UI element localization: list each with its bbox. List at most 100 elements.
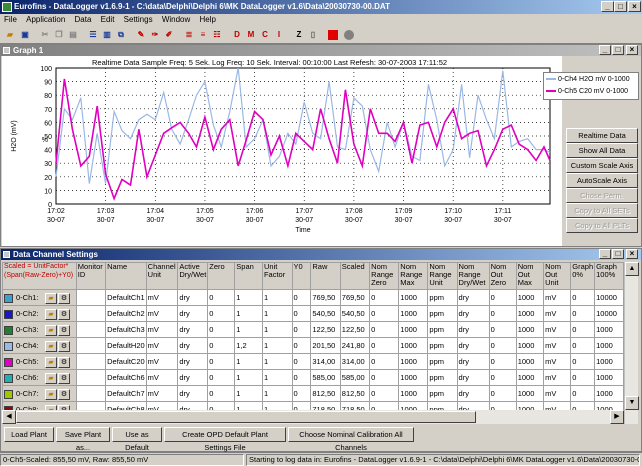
cell-nrd[interactable]: dry: [456, 385, 490, 402]
cell-nou[interactable]: mV: [543, 369, 572, 386]
cell-y0[interactable]: 0: [291, 337, 312, 354]
cell-scaled[interactable]: 812,50: [339, 385, 371, 402]
channel-settings-icon[interactable]: ⚙: [58, 356, 70, 368]
cell-y0[interactable]: 0: [291, 289, 312, 306]
cell-nru[interactable]: ppm: [427, 337, 458, 354]
channel-edit-icon[interactable]: ☷: [210, 28, 224, 42]
cell-nrz[interactable]: 0: [369, 353, 400, 370]
cell-g0[interactable]: 0: [570, 337, 596, 354]
channel-settings-icon[interactable]: ⚙: [58, 388, 70, 400]
choose-nominal-calibration-button[interactable]: Choose Nominal Calibration All Channels: [288, 427, 414, 452]
cell-active[interactable]: dry: [177, 305, 209, 322]
cell-nrz[interactable]: 0: [369, 369, 400, 386]
cell-y0[interactable]: 0: [291, 321, 312, 338]
column-header[interactable]: Channel Unit: [145, 262, 179, 290]
column-header[interactable]: Nom Range Max: [398, 262, 429, 290]
channel-color-swatch[interactable]: [4, 341, 13, 351]
create-opd-default-button[interactable]: Create OPD Default Plant Settings File: [164, 427, 286, 452]
cell-nom[interactable]: 1000: [515, 369, 545, 386]
menu-application[interactable]: Application: [26, 15, 65, 24]
cell-g100[interactable]: 10000: [594, 289, 624, 306]
cell-g100[interactable]: 10000: [594, 305, 624, 322]
cell-monitor-id[interactable]: [75, 385, 107, 402]
cell-nrm[interactable]: 1000: [398, 369, 429, 386]
cell-nou[interactable]: mV: [543, 385, 572, 402]
graph-minimize-button[interactable]: _: [599, 45, 611, 55]
cell-monitor-id[interactable]: [75, 369, 107, 386]
cell-nru[interactable]: ppm: [427, 369, 458, 386]
menu-file[interactable]: File: [4, 15, 17, 24]
cell-active[interactable]: dry: [177, 369, 209, 386]
toolbar-d-button[interactable]: D: [230, 28, 244, 42]
channel-browse-icon[interactable]: ▰: [45, 388, 57, 400]
cell-scaled[interactable]: 769,50: [339, 289, 371, 306]
cell-raw[interactable]: 812,50: [310, 385, 341, 402]
cell-nom[interactable]: 1000: [515, 305, 545, 322]
channel-settings-icon[interactable]: ⚙: [58, 324, 70, 336]
cell-unit[interactable]: mV: [145, 321, 179, 338]
cell-zero[interactable]: 0: [207, 289, 236, 306]
cell-scaled[interactable]: 314,00: [339, 353, 371, 370]
cell-nru[interactable]: ppm: [427, 305, 458, 322]
minimize-button[interactable]: _: [601, 1, 614, 12]
use-as-default-button[interactable]: Use as Default: [112, 427, 162, 452]
cell-monitor-id[interactable]: [75, 337, 107, 354]
cell-nrd[interactable]: dry: [456, 369, 490, 386]
cell-name[interactable]: DefaultCh6: [105, 369, 147, 386]
cell-g0[interactable]: 0: [570, 369, 596, 386]
cell-nrz[interactable]: 0: [369, 385, 400, 402]
cell-nrd[interactable]: dry: [456, 289, 490, 306]
save-plant-as-button[interactable]: Save Plant as...: [56, 427, 110, 452]
channels-close-button[interactable]: ×: [626, 249, 638, 259]
cell-nrm[interactable]: 1000: [398, 337, 429, 354]
cell-raw[interactable]: 540,50: [310, 305, 341, 322]
cell-name[interactable]: DefaultCh2: [105, 305, 147, 322]
cell-raw[interactable]: 201,50: [310, 337, 341, 354]
cell-nrd[interactable]: dry: [456, 305, 490, 322]
cell-monitor-id[interactable]: [75, 289, 107, 306]
cell-nrz[interactable]: 0: [369, 337, 400, 354]
channel-color-swatch[interactable]: [4, 373, 13, 383]
channel-browse-icon[interactable]: ▰: [45, 292, 57, 304]
cell-span[interactable]: 1: [234, 369, 263, 386]
cell-raw[interactable]: 585,00: [310, 369, 341, 386]
channel-list-icon[interactable]: ≣: [182, 28, 196, 42]
cell-g100[interactable]: 1000: [594, 353, 624, 370]
save-icon[interactable]: ▣: [18, 28, 32, 42]
paste-icon[interactable]: ▤: [66, 28, 80, 42]
cell-g0[interactable]: 0: [570, 353, 596, 370]
cell-span[interactable]: 1: [234, 321, 263, 338]
cell-scaled[interactable]: 585,00: [339, 369, 371, 386]
cell-span[interactable]: 1: [234, 305, 263, 322]
cell-nrm[interactable]: 1000: [398, 305, 429, 322]
channel-settings-icon[interactable]: ⚙: [58, 308, 70, 320]
cell-noz[interactable]: 0: [488, 353, 517, 370]
cell-active[interactable]: dry: [177, 321, 209, 338]
cell-uf[interactable]: 1: [261, 337, 293, 354]
cell-g0[interactable]: 0: [570, 305, 596, 322]
record-icon[interactable]: [342, 28, 356, 42]
cell-zero[interactable]: 0: [207, 353, 236, 370]
column-header[interactable]: Nom Out Max: [515, 262, 545, 290]
channel-browse-icon[interactable]: ▰: [45, 372, 57, 384]
cell-nrm[interactable]: 1000: [398, 353, 429, 370]
column-header[interactable]: Active Dry/Wet: [177, 262, 209, 290]
cell-noz[interactable]: 0: [488, 337, 517, 354]
tile-vertical-icon[interactable]: ▥: [100, 28, 114, 42]
cell-name[interactable]: DefaultCh1: [105, 289, 147, 306]
graph-add-icon[interactable]: ✑: [148, 28, 162, 42]
cell-nrd[interactable]: dry: [456, 353, 490, 370]
scroll-down-icon[interactable]: ▼: [625, 396, 639, 410]
cell-uf[interactable]: 1: [261, 305, 293, 322]
cell-g100[interactable]: 1000: [594, 321, 624, 338]
cell-zero[interactable]: 0: [207, 321, 236, 338]
cell-zero[interactable]: 0: [207, 305, 236, 322]
cell-name[interactable]: DefaultH20: [105, 337, 147, 354]
cell-nru[interactable]: ppm: [427, 321, 458, 338]
cell-span[interactable]: 1: [234, 385, 263, 402]
graph-button-show-all-data[interactable]: Show All Data: [566, 143, 638, 158]
cell-nru[interactable]: ppm: [427, 353, 458, 370]
cell-zero[interactable]: 0: [207, 337, 236, 354]
cell-noz[interactable]: 0: [488, 289, 517, 306]
cell-nou[interactable]: mV: [543, 305, 572, 322]
